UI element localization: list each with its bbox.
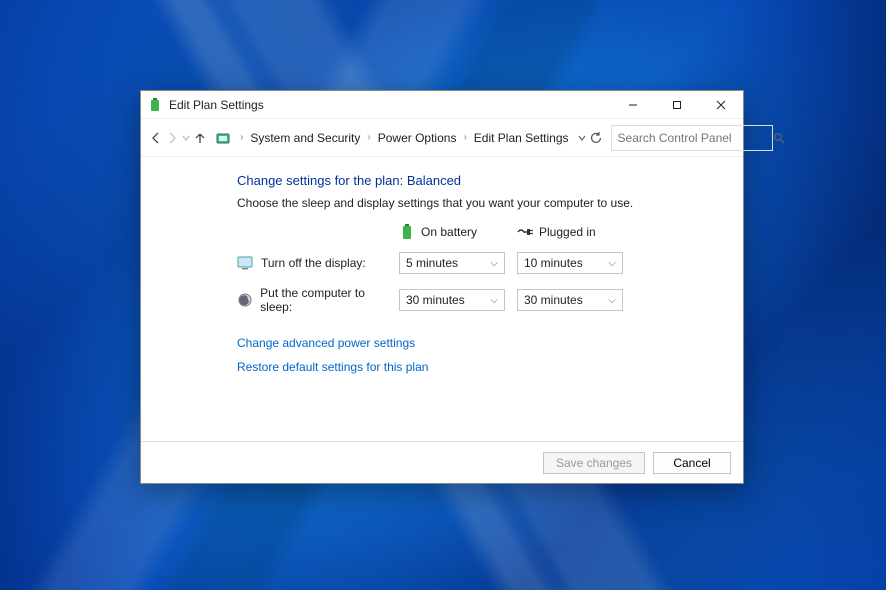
chevron-right-icon: › [237, 132, 246, 143]
column-battery-label: On battery [421, 225, 477, 239]
breadcrumb-power-options[interactable]: Power Options [376, 128, 459, 148]
save-changes-button[interactable]: Save changes [543, 452, 645, 474]
page-subtext: Choose the sleep and display settings th… [237, 196, 715, 210]
row-sleep-label: Put the computer to sleep: [260, 286, 393, 314]
maximize-button[interactable] [655, 91, 699, 119]
column-plugged-label: Plugged in [539, 225, 596, 239]
chevron-down-icon: ⌵ [608, 258, 616, 269]
search-box[interactable] [611, 125, 773, 151]
row-display: Turn off the display: [237, 255, 393, 271]
sleep-plugged-value: 30 minutes [524, 293, 583, 307]
sleep-icon [237, 292, 252, 308]
breadcrumb-edit-plan[interactable]: Edit Plan Settings [472, 128, 571, 148]
battery-icon [399, 224, 415, 240]
display-plugged-dropdown[interactable]: 10 minutes ⌵ [517, 252, 623, 274]
breadcrumb: › System and Security › Power Options › … [215, 128, 571, 148]
column-on-battery: On battery [399, 224, 511, 240]
toolbar: › System and Security › Power Options › … [141, 119, 743, 157]
restore-defaults-link[interactable]: Restore default settings for this plan [237, 360, 715, 374]
page-heading: Change settings for the plan: Balanced [237, 173, 715, 188]
breadcrumb-system-security[interactable]: System and Security [248, 128, 362, 148]
chevron-right-icon: › [460, 132, 469, 143]
chevron-down-icon: ⌵ [490, 295, 498, 306]
sleep-battery-value: 30 minutes [406, 293, 465, 307]
refresh-button[interactable] [589, 131, 603, 145]
display-battery-dropdown[interactable]: 5 minutes ⌵ [399, 252, 505, 274]
window-title: Edit Plan Settings [169, 98, 611, 112]
row-sleep: Put the computer to sleep: [237, 286, 393, 314]
settings-grid: On battery Plugged in Turn off the displ… [237, 224, 715, 314]
advanced-power-link[interactable]: Change advanced power settings [237, 336, 715, 350]
sleep-plugged-dropdown[interactable]: 30 minutes ⌵ [517, 289, 623, 311]
content-area: Change settings for the plan: Balanced C… [141, 157, 743, 441]
chevron-down-icon: ⌵ [490, 258, 498, 269]
close-button[interactable] [699, 91, 743, 119]
footer: Save changes Cancel [141, 441, 743, 483]
search-icon[interactable] [773, 132, 785, 144]
window-buttons [611, 91, 743, 119]
column-plugged-in: Plugged in [517, 224, 629, 240]
display-plugged-value: 10 minutes [524, 256, 583, 270]
cancel-button[interactable]: Cancel [653, 452, 731, 474]
forward-button[interactable] [165, 125, 179, 151]
chevron-down-icon: ⌵ [608, 295, 616, 306]
plug-icon [517, 224, 533, 240]
display-icon [237, 255, 253, 271]
search-input[interactable] [618, 131, 773, 145]
back-button[interactable] [149, 125, 163, 151]
recent-chevron-icon[interactable] [181, 125, 191, 151]
up-button[interactable] [193, 125, 207, 151]
links-section: Change advanced power settings Restore d… [237, 336, 715, 374]
control-panel-icon [215, 130, 231, 146]
titlebar: Edit Plan Settings [141, 91, 743, 119]
battery-app-icon [147, 97, 163, 113]
breadcrumb-expand-icon[interactable] [577, 133, 587, 143]
edit-plan-window: Edit Plan Settings [140, 90, 744, 484]
sleep-battery-dropdown[interactable]: 30 minutes ⌵ [399, 289, 505, 311]
chevron-right-icon: › [364, 132, 373, 143]
display-battery-value: 5 minutes [406, 256, 458, 270]
row-display-label: Turn off the display: [261, 256, 366, 270]
minimize-button[interactable] [611, 91, 655, 119]
